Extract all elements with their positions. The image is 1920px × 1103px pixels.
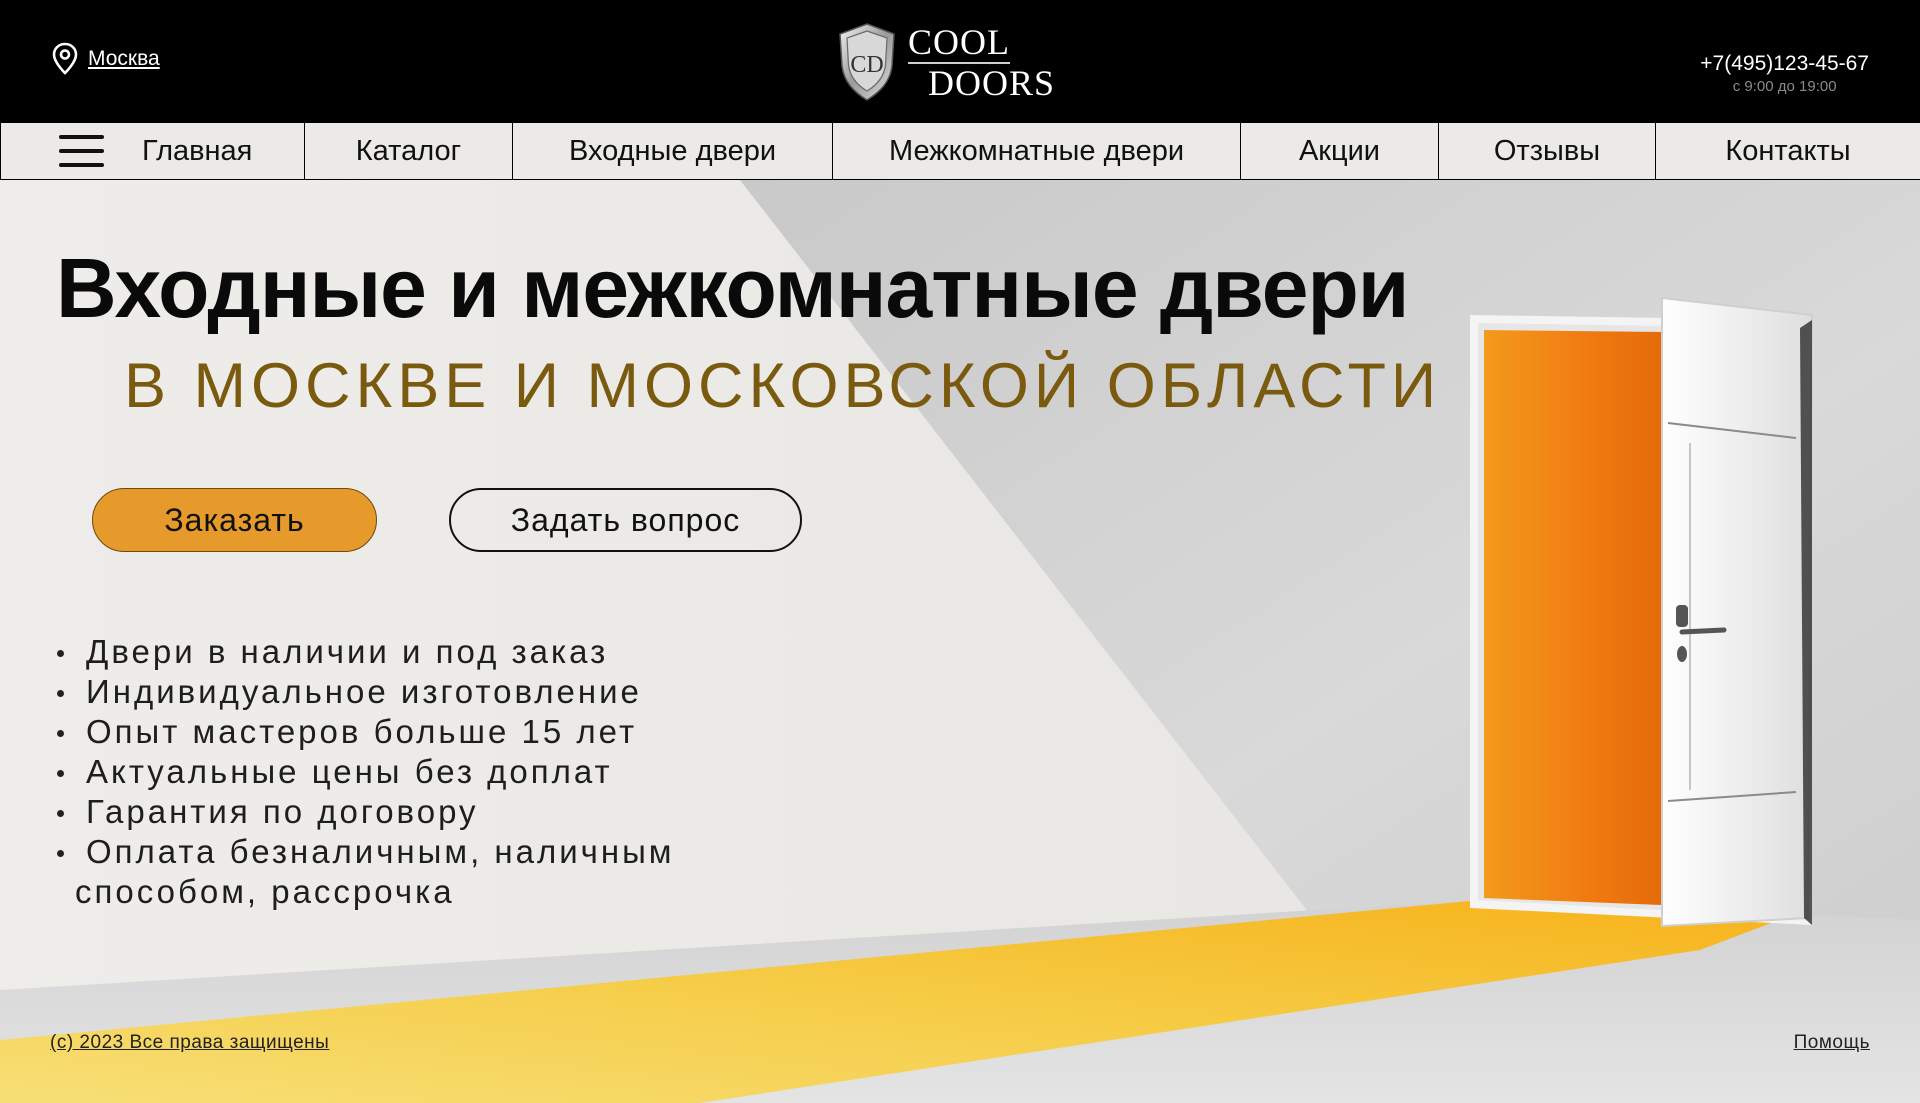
nav-item-label: Межкомнатные двери (888, 134, 1185, 167)
working-hours: с 9:00 до 19:00 (1732, 78, 1837, 95)
logo-monogram: CD (850, 52, 883, 78)
city-selector[interactable]: Москва (52, 42, 160, 76)
list-item: Гарантия по договору (56, 792, 726, 832)
main-navigation: Главная Каталог Входные двери Межкомнатн… (0, 122, 1920, 180)
location-pin-icon (52, 42, 78, 75)
list-item-line1: Оплата безналичным, наличным (86, 833, 675, 870)
hero-section: Входные и межкомнатные двери В МОСКВЕ И … (0, 180, 1920, 1103)
page-title: Входные и межкомнатные двери (56, 241, 1409, 335)
features-list: Двери в наличии и под заказ Индивидуальн… (56, 632, 726, 912)
nav-item-interior-doors[interactable]: Межкомнатные двери (833, 123, 1241, 179)
hamburger-menu-icon[interactable] (59, 135, 104, 167)
nav-item-label: Каталог (355, 134, 462, 167)
phone-number[interactable]: +7(495)123-45-67 (1700, 52, 1869, 76)
order-button[interactable]: Заказать (92, 488, 377, 552)
nav-item-label: Входные двери (568, 134, 777, 167)
nav-item-catalog[interactable]: Каталог (305, 123, 513, 179)
list-item: Актуальные цены без доплат (56, 752, 726, 792)
list-item: Двери в наличии и под заказ (56, 632, 726, 672)
list-item: Оплата безналичным, наличным способом, р… (56, 832, 726, 912)
ask-question-button[interactable]: Задать вопрос (449, 488, 802, 552)
list-item: Опыт мастеров больше 15 лет (56, 712, 726, 752)
logo-text-doors: DOORS (928, 62, 1056, 103)
logo-text-cool: COOL (908, 21, 1010, 64)
help-link[interactable]: Помощь (1794, 1032, 1870, 1054)
city-label[interactable]: Москва (88, 47, 160, 71)
nav-item-contacts[interactable]: Контакты (1656, 123, 1920, 179)
copyright-link[interactable]: (c) 2023 Все права защищены (50, 1032, 329, 1054)
nav-item-label: Контакты (1725, 134, 1851, 167)
page-subtitle: В МОСКВЕ И МОСКОВСКОЙ ОБЛАСТИ (124, 351, 1442, 421)
top-header: Москва CD COOL DOORS +7(495)123-45-67 с … (0, 0, 1920, 122)
site-logo[interactable]: CD COOL DOORS (836, 20, 1061, 104)
nav-item-promotions[interactable]: Акции (1241, 123, 1439, 179)
nav-item-label: Акции (1298, 134, 1381, 167)
nav-item-entrance-doors[interactable]: Входные двери (513, 123, 833, 179)
nav-item-reviews[interactable]: Отзывы (1439, 123, 1656, 179)
contact-info: +7(495)123-45-67 с 9:00 до 19:00 (1700, 52, 1869, 95)
list-item: Индивидуальное изготовление (56, 672, 726, 712)
list-item-line2: способом, рассрочка (75, 873, 455, 910)
nav-item-label: Отзывы (1493, 134, 1601, 167)
nav-item-home[interactable]: Главная (0, 123, 305, 179)
nav-item-label: Главная (142, 134, 253, 167)
shield-logo-icon: CD (839, 23, 895, 101)
